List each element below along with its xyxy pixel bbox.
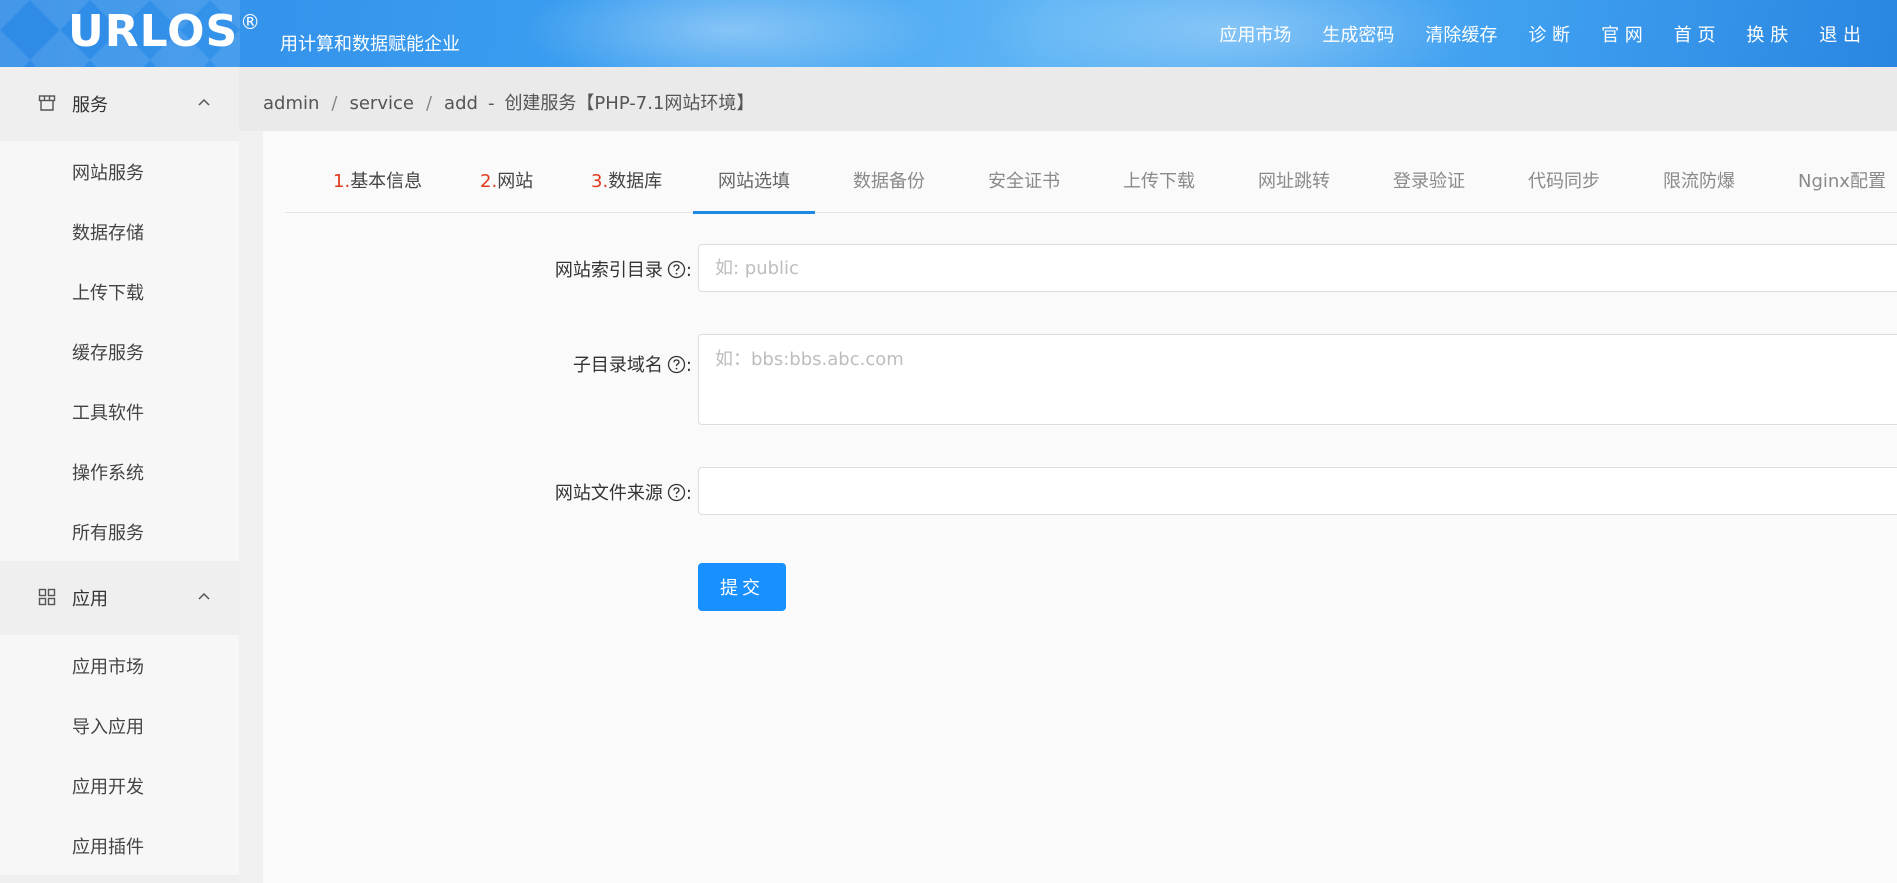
nav-app-market[interactable]: 应用市场 — [1219, 21, 1291, 47]
sidebar-item-import-app[interactable]: 导入应用 — [0, 695, 239, 755]
tab-website-optional[interactable]: 网站选填 — [693, 167, 815, 214]
sidebar-group-apps[interactable]: 应用 — [0, 561, 239, 635]
page-title: 创建服务【PHP-7.1网站环境】 — [504, 93, 755, 114]
source-label: 网站文件来源 : — [554, 483, 692, 504]
sidebar-item-os[interactable]: 操作系统 — [0, 441, 239, 501]
sidebar-item-app-dev[interactable]: 应用开发 — [0, 755, 239, 815]
help-icon[interactable] — [667, 355, 686, 374]
nav-home[interactable]: 首 页 — [1674, 21, 1716, 47]
chevron-up-icon[interactable] — [198, 592, 210, 600]
breadcrumb-service[interactable]: service — [349, 93, 413, 114]
help-icon[interactable] — [667, 260, 686, 279]
sidebar-item-data-storage[interactable]: 数据存储 — [0, 201, 239, 261]
sidebar-item-app-market[interactable]: 应用市场 — [0, 635, 239, 695]
top-nav: 应用市场 生成密码 清除缓存 诊 断 官 网 首 页 换 肤 退 出 — [1188, 21, 1861, 47]
breadcrumb-bar: admin / service / add - 创建服务【PHP-7.1网站环境】 — [239, 67, 1897, 131]
nav-logout[interactable]: 退 出 — [1819, 21, 1861, 47]
tab-bar: 1.基本信息 2.网站 3.数据库 网站选填 数据备份 安全证书 上传下载 网址… — [285, 167, 1897, 214]
tab-website[interactable]: 2.网站 — [480, 167, 533, 213]
sidebar-item-all-services[interactable]: 所有服务 — [0, 501, 239, 561]
nav-clear-cache[interactable]: 清除缓存 — [1425, 21, 1497, 47]
breadcrumb-separator: / — [425, 93, 433, 114]
breadcrumb-dash: - — [487, 93, 495, 114]
sidebar-item-cache-service[interactable]: 缓存服务 — [0, 321, 239, 381]
source-input[interactable] — [698, 467, 1897, 515]
tab-basic-info[interactable]: 1.基本信息 — [333, 167, 422, 213]
nav-generate-password[interactable]: 生成密码 — [1322, 21, 1394, 47]
header-cloud — [520, 0, 940, 67]
tab-login-auth[interactable]: 登录验证 — [1393, 167, 1465, 213]
index-dir-input[interactable] — [698, 244, 1897, 292]
nav-diagnose[interactable]: 诊 断 — [1528, 21, 1570, 47]
breadcrumb-add: add — [444, 93, 478, 114]
top-header: URLOS ® 用计算和数据赋能企业 应用市场 生成密码 清除缓存 诊 断 官 网… — [0, 0, 1897, 67]
breadcrumb: admin / service / add - 创建服务【PHP-7.1网站环境】 — [263, 89, 754, 115]
tab-data-backup[interactable]: 数据备份 — [853, 167, 925, 213]
sidebar-item-tools[interactable]: 工具软件 — [0, 381, 239, 441]
main-content: 1.基本信息 2.网站 3.数据库 网站选填 数据备份 安全证书 上传下载 网址… — [263, 131, 1897, 883]
subdomain-label: 子目录域名 : — [572, 355, 692, 376]
tab-url-redirect[interactable]: 网址跳转 — [1258, 167, 1330, 213]
sidebar-group-label: 应用 — [72, 589, 108, 610]
tab-rate-limit[interactable]: 限流防爆 — [1663, 167, 1735, 213]
slogan: 用计算和数据赋能企业 — [280, 34, 460, 55]
tab-code-sync[interactable]: 代码同步 — [1528, 167, 1600, 213]
nav-official-site[interactable]: 官 网 — [1601, 21, 1643, 47]
nav-skin[interactable]: 换 肤 — [1747, 21, 1789, 47]
tab-database[interactable]: 3.数据库 — [591, 167, 662, 213]
sidebar-group-label: 服务 — [72, 95, 108, 116]
tab-upload-download[interactable]: 上传下载 — [1123, 167, 1195, 213]
tab-ssl-cert[interactable]: 安全证书 — [988, 167, 1060, 213]
submit-button[interactable]: 提交 — [698, 563, 786, 611]
sidebar-item-upload-download[interactable]: 上传下载 — [0, 261, 239, 321]
index-dir-label: 网站索引目录 : — [554, 260, 692, 281]
breadcrumb-separator: / — [331, 93, 338, 114]
subdomain-textarea[interactable] — [698, 334, 1897, 425]
sidebar: 服务 网站服务 数据存储 上传下载 缓存服务 工具软件 操作系统 所有服务 应用… — [0, 67, 239, 883]
sidebar-item-app-plugins[interactable]: 应用插件 — [0, 815, 239, 875]
sidebar-item-website-service[interactable]: 网站服务 — [0, 141, 239, 201]
chevron-up-icon[interactable] — [198, 98, 210, 106]
breadcrumb-admin[interactable]: admin — [263, 93, 319, 114]
sidebar-group-collapsed[interactable] — [0, 875, 239, 883]
tab-nginx-config[interactable]: Nginx配置 — [1798, 167, 1886, 213]
shop-icon — [38, 95, 56, 111]
help-icon[interactable] — [667, 483, 686, 502]
logo[interactable]: URLOS ® — [68, 6, 261, 57]
sidebar-group-services[interactable]: 服务 — [0, 67, 239, 141]
grid-icon — [38, 588, 56, 606]
